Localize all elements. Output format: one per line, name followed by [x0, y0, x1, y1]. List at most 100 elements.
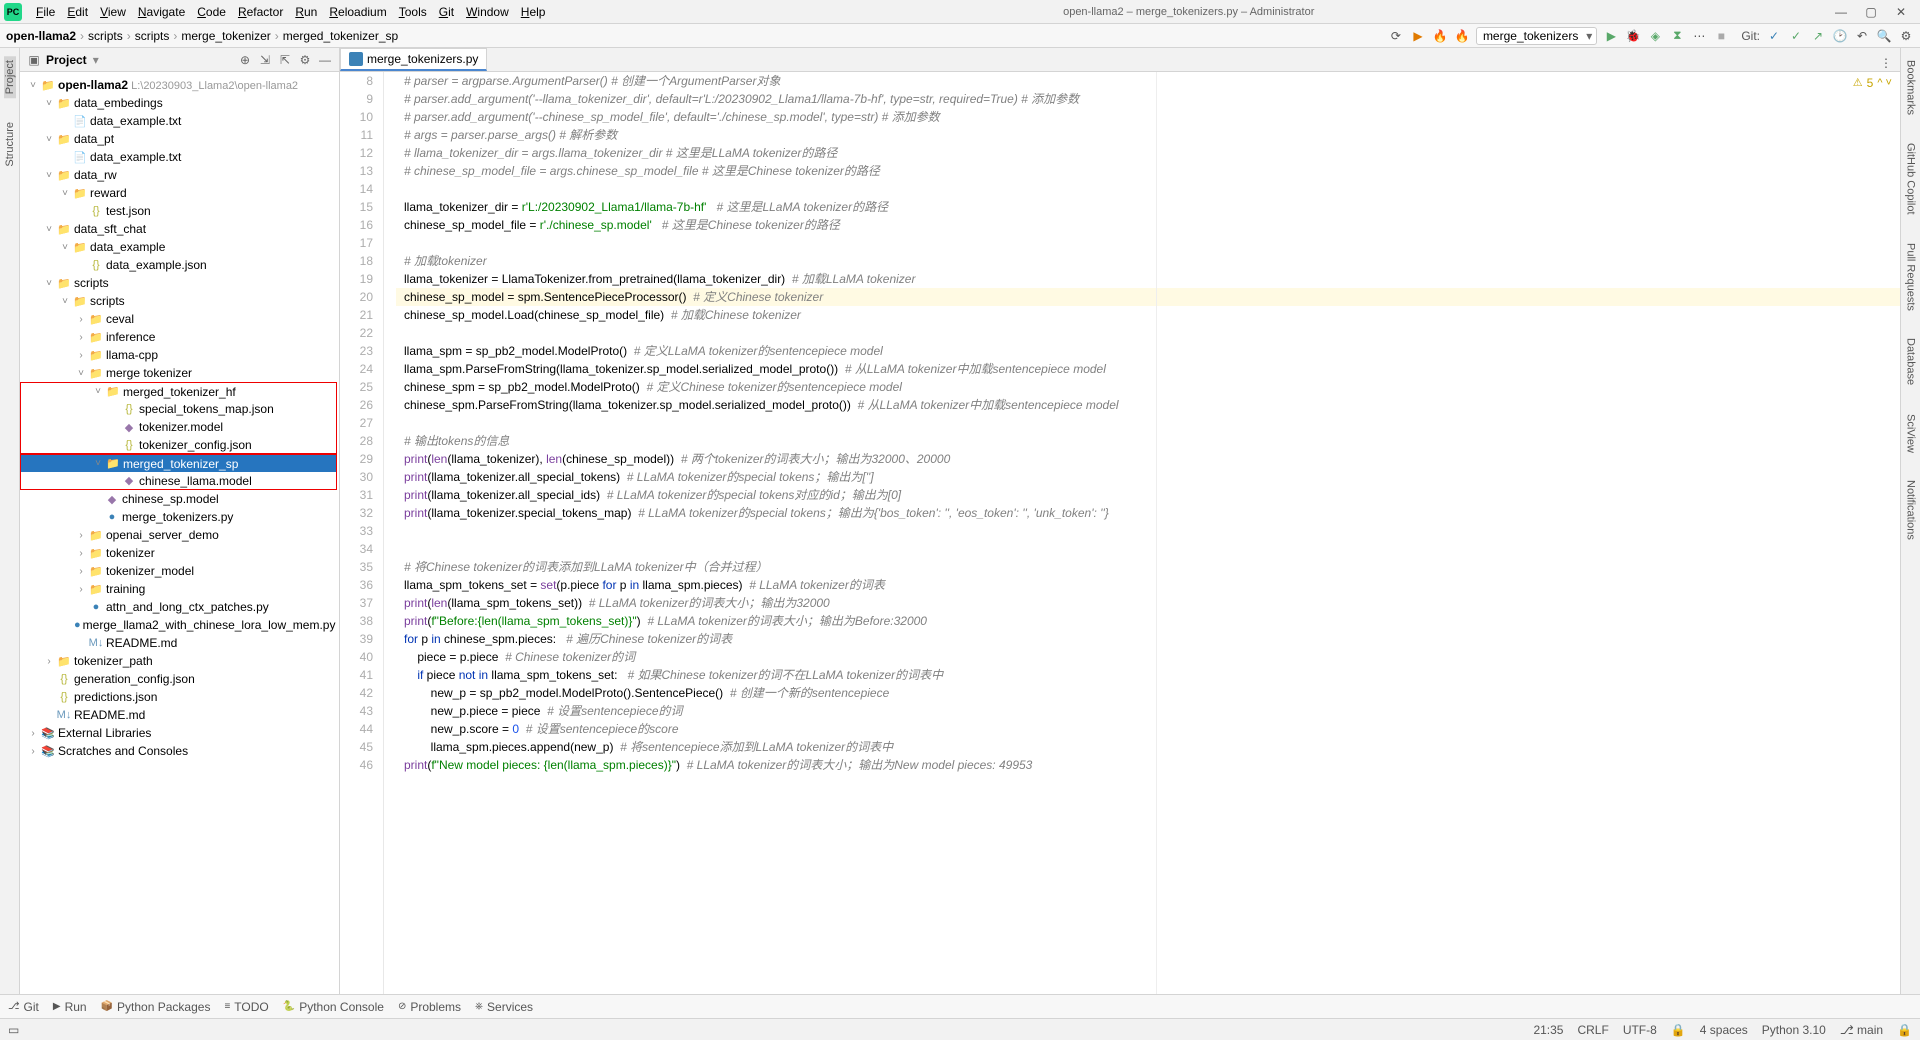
code-line[interactable]: llama_spm.ParseFromString(llama_tokenize… [396, 360, 1900, 378]
code-line[interactable] [396, 180, 1900, 198]
tool-tab-sciview[interactable]: SciView [1905, 410, 1917, 457]
code-line[interactable]: llama_tokenizer = LlamaTokenizer.from_pr… [396, 270, 1900, 288]
breadcrumb-item[interactable]: merge_tokenizer [181, 29, 270, 43]
code-line[interactable]: chinese_sp_model_file = r'./chinese_sp.m… [396, 216, 1900, 234]
code-area[interactable]: ⚠ 5 ^ ˅ # parser = argparse.ArgumentPars… [396, 72, 1900, 994]
tree-node[interactable]: ˅📁data_sft_chat [20, 220, 339, 238]
breadcrumb[interactable]: open-llama2›scripts›scripts›merge_tokeni… [6, 29, 398, 43]
code-line[interactable]: new_p = sp_pb2_model.ModelProto().Senten… [396, 684, 1900, 702]
code-line[interactable]: # 加载tokenizer [396, 252, 1900, 270]
git-history-icon[interactable]: 🕑 [1832, 28, 1848, 44]
git-update-icon[interactable]: ✓ [1766, 28, 1782, 44]
code-line[interactable]: if piece not in llama_spm_tokens_set: # … [396, 666, 1900, 684]
tree-node[interactable]: ›📁llama-cpp [20, 346, 339, 364]
tool-python-console[interactable]: 🐍Python Console [283, 1000, 384, 1014]
tool-tab-bookmarks[interactable]: Bookmarks [1905, 56, 1917, 119]
tree-node[interactable]: ◆chinese_sp.model [20, 490, 339, 508]
tree-node[interactable]: ›📁tokenizer_path [20, 652, 339, 670]
tree-node[interactable]: ˅📁data_pt [20, 130, 339, 148]
line-number-gutter[interactable]: 8910111213141516171819202122232425262728… [340, 72, 384, 994]
code-line[interactable]: print(f"New model pieces: {len(llama_spm… [396, 756, 1900, 774]
panel-settings-icon[interactable]: ⚙ [297, 53, 313, 67]
refresh-icon[interactable]: ⟳ [1388, 28, 1404, 44]
code-line[interactable]: # parser.add_argument('--llama_tokenizer… [396, 90, 1900, 108]
code-line[interactable]: # args = parser.parse_args() # 解析参数 [396, 126, 1900, 144]
reloadium-fire-icon[interactable]: 🔥 [1432, 28, 1448, 44]
tree-node[interactable]: ˅📁data_example [20, 238, 339, 256]
tool-tab-structure[interactable]: Structure [4, 118, 16, 171]
tree-node[interactable]: ˅📁scripts [20, 292, 339, 310]
tree-node[interactable]: ●attn_and_long_ctx_patches.py [20, 598, 339, 616]
locate-icon[interactable]: ⊕ [237, 53, 253, 67]
status-line-sep[interactable]: CRLF [1577, 1023, 1608, 1037]
tool-run[interactable]: ▶Run [53, 1000, 87, 1014]
fold-gutter[interactable] [384, 72, 396, 994]
code-line[interactable]: # llama_tokenizer_dir = args.llama_token… [396, 144, 1900, 162]
inspection-status[interactable]: ⚠ 5 ^ ˅ [1853, 74, 1892, 92]
code-line[interactable]: print(llama_tokenizer.special_tokens_map… [396, 504, 1900, 522]
tree-node[interactable]: ›📁inference [20, 328, 339, 346]
status-git-branch[interactable]: ⎇ main [1840, 1023, 1883, 1037]
code-line[interactable]: llama_spm.pieces.append(new_p) # 将senten… [396, 738, 1900, 756]
breadcrumb-item[interactable]: open-llama2 [6, 29, 76, 43]
tool-services[interactable]: ⎈Services [475, 1000, 533, 1014]
tree-node[interactable]: M↓README.md [20, 634, 339, 652]
reloadium-run-icon[interactable]: ▶ [1410, 28, 1426, 44]
tree-node[interactable]: ›📁ceval [20, 310, 339, 328]
code-line[interactable]: print(f"Before:{len(llama_spm_tokens_set… [396, 612, 1900, 630]
status-encoding[interactable]: UTF-8 [1623, 1023, 1657, 1037]
menu-code[interactable]: Code [191, 3, 232, 21]
tree-node[interactable]: 📄data_example.txt [20, 148, 339, 166]
hide-panel-icon[interactable]: — [317, 53, 333, 67]
code-line[interactable] [396, 234, 1900, 252]
code-line[interactable] [396, 324, 1900, 342]
menu-window[interactable]: Window [460, 3, 515, 21]
tree-node[interactable]: ›📁tokenizer_model [20, 562, 339, 580]
breadcrumb-item[interactable]: merged_tokenizer_sp [283, 29, 398, 43]
code-line[interactable]: # parser.add_argument('--chinese_sp_mode… [396, 108, 1900, 126]
more-run-icon[interactable]: ⋯ [1691, 28, 1707, 44]
debug-icon[interactable]: 🐞 [1625, 28, 1641, 44]
code-line[interactable]: for p in chinese_spm.pieces: # 遍历Chinese… [396, 630, 1900, 648]
tree-node[interactable]: ›📁training [20, 580, 339, 598]
tool-tab-project[interactable]: Project [4, 56, 16, 98]
status-interpreter[interactable]: Python 3.10 [1762, 1023, 1826, 1037]
code-line[interactable]: piece = p.piece # Chinese tokenizer的词 [396, 648, 1900, 666]
tree-node[interactable]: ˅📁open-llama2 L:\20230903_Llama2\open-ll… [20, 76, 339, 94]
code-line[interactable] [396, 540, 1900, 558]
tree-node[interactable]: {}predictions.json [20, 688, 339, 706]
tree-node[interactable]: {}tokenizer_config.json [20, 436, 337, 454]
editor-more-icon[interactable]: ⋮ [1878, 55, 1894, 71]
tool-tab-pullrequests[interactable]: Pull Requests [1905, 239, 1917, 315]
code-line[interactable]: # chinese_sp_model_file = args.chinese_s… [396, 162, 1900, 180]
expand-all-icon[interactable]: ⇲ [257, 53, 273, 67]
code-line[interactable]: # parser = argparse.ArgumentParser() # 创… [396, 72, 1900, 90]
code-line[interactable]: # 输出tokens的信息 [396, 432, 1900, 450]
tree-node[interactable]: 📄data_example.txt [20, 112, 339, 130]
menu-reloadium[interactable]: Reloadium [323, 3, 392, 21]
tree-node[interactable]: ˅📁data_embedings [20, 94, 339, 112]
code-line[interactable]: llama_spm_tokens_set = set(p.piece for p… [396, 576, 1900, 594]
tree-node[interactable]: ˅📁reward [20, 184, 339, 202]
tree-node[interactable]: {}generation_config.json [20, 670, 339, 688]
minimize-button[interactable]: — [1826, 5, 1856, 19]
status-caret-pos[interactable]: 21:35 [1533, 1023, 1563, 1037]
tree-node[interactable]: ◆tokenizer.model [20, 418, 337, 436]
maximize-button[interactable]: ▢ [1856, 5, 1886, 19]
menu-edit[interactable]: Edit [61, 3, 94, 21]
tree-node[interactable]: ›📁tokenizer [20, 544, 339, 562]
tree-node[interactable]: M↓README.md [20, 706, 339, 724]
readonly-lock-icon[interactable]: 🔒 [1671, 1023, 1686, 1037]
code-line[interactable]: print(len(llama_spm_tokens_set)) # LLaMA… [396, 594, 1900, 612]
tree-node[interactable]: ●merge_llama2_with_chinese_lora_low_mem.… [20, 616, 339, 634]
tool-tab-notifications[interactable]: Notifications [1905, 476, 1917, 544]
code-line[interactable]: llama_spm = sp_pb2_model.ModelProto() # … [396, 342, 1900, 360]
project-tree[interactable]: ˅📁open-llama2 L:\20230903_Llama2\open-ll… [20, 72, 339, 994]
code-line[interactable]: print(len(llama_tokenizer), len(chinese_… [396, 450, 1900, 468]
tree-node[interactable]: ˅📁merged_tokenizer_hf [20, 382, 337, 400]
tree-node[interactable]: ˅📁merged_tokenizer_sp [20, 454, 337, 472]
reloadium-debug-icon[interactable]: 🔥 [1454, 28, 1470, 44]
tool-todo[interactable]: ≡TODO [224, 1000, 268, 1014]
search-everywhere-icon[interactable]: 🔍 [1876, 28, 1892, 44]
tree-node[interactable]: ›📁openai_server_demo [20, 526, 339, 544]
